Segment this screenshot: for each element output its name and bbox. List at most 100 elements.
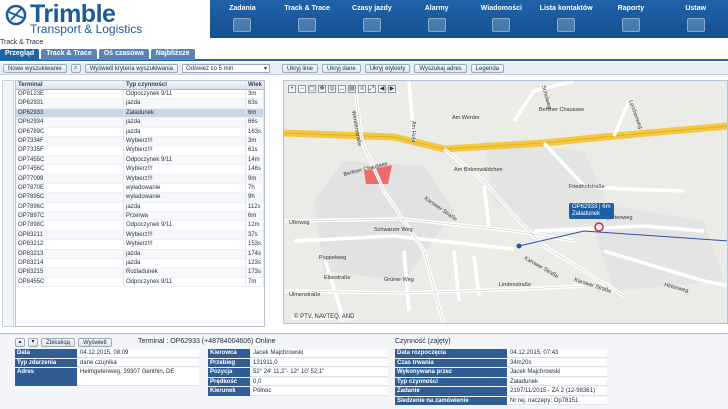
search-icon[interactable]: ⌕ [70,64,81,73]
table-row[interactable]: OP83213 jazda 174s [16,249,264,260]
search-address-button[interactable]: Wyszukaj adres [414,64,467,73]
refresh-interval-select[interactable]: Odśwież co 5 min ▾ [181,64,270,73]
cell-age: 66s [246,118,264,127]
cell-activity: jazda [124,118,246,127]
top-navigation: Zadania Track & Trace Czasy jazdy Alarmy Wia… [210,0,728,38]
table-row[interactable]: OP7334F Wybierz!!! 3m [16,136,264,147]
new-search-button[interactable]: Nowe wyszukiwanie [3,64,67,73]
detail-value: 131911,0 [250,358,388,367]
collapse-icon[interactable]: ▴ [15,337,25,347]
show-criteria-button[interactable]: Wyświetl kryteria wyszukiwania [84,64,178,73]
clock-icon [362,18,381,32]
detail-label: Adres [15,368,77,386]
print-icon[interactable]: ▤ [348,85,356,93]
show-details-button[interactable]: Wyświetl [78,337,112,347]
table-row[interactable]: OP83211 Wybierz!!! 37s [16,230,264,241]
cell-activity: jazda [124,249,246,259]
table-row[interactable]: OP8123E Odpoczynek 9/11 3m [16,90,264,100]
street-label: Friedhofstraße [569,184,605,190]
breadcrumb: Track & Trace [0,39,44,46]
nav-item-7[interactable]: Ustaw [663,0,728,38]
tab-nearest[interactable]: Najbliższe [150,49,195,60]
terminal-table: Terminal Typ czynności Wiek OP8123E Odpoc… [15,80,265,327]
cell-activity: Wybierz!!! [124,174,246,183]
map-icon [298,18,317,32]
hide-lines-button[interactable]: Ukryj linie [281,64,318,73]
table-row[interactable]: OP7456C Wybierz!!! 146s [16,165,264,175]
cell-terminal: OP7455C [16,155,124,165]
nav-item-5[interactable]: Lista kontaktów [534,0,599,38]
col-age[interactable]: Wiek [246,81,264,89]
hide-labels-button[interactable]: Ukryj etykiety [364,64,411,73]
table-header: Terminal Typ czynności Wiek [16,81,264,90]
table-row[interactable]: OP77099 Wybierz!!! 9m [16,174,264,184]
table-row[interactable]: OP8455C Odpoczynek 9/11 7m [16,277,264,288]
street-label: Am Hofe [410,121,416,142]
nav-item-6[interactable]: Raporty [599,0,664,38]
nav-item-0[interactable]: Zadania [210,0,275,38]
cell-age: 123s [246,259,264,268]
map-view[interactable]: Am Werder Berliner Chaussee Berliner Cha… [283,80,728,324]
popup-activity: Załadunek [572,211,601,217]
forward-icon[interactable]: ▶ [388,85,396,93]
cell-activity: jazda [124,202,246,212]
center-icon[interactable]: ◎ [328,85,336,93]
cell-activity: Wybierz!!! [124,136,246,146]
hide-data-button[interactable]: Ukryj dane [322,64,361,73]
table-row[interactable]: OP7897C Przerwa 6m [16,212,264,222]
nav-item-2[interactable]: Czasy jazdy [340,0,405,38]
col-activity-type[interactable]: Typ czynności [124,81,246,89]
detail-value: dane czujnika [77,358,199,367]
nav-item-1[interactable]: Track & Trace [275,0,340,38]
detail-label: Prędkość [208,377,250,386]
table-row[interactable]: OP83212 Wybierz!!! 153s [16,240,264,250]
zoom-in-icon[interactable]: + [288,85,296,93]
zoom-out-icon[interactable]: − [298,85,306,93]
table-row[interactable]: OP7335F Wybierz!!! 61s [16,146,264,156]
detail-field: Data rozpoczęcia 04.12.2015, 07:43 [395,349,607,358]
fullscreen-icon[interactable]: ⤢ [368,85,376,93]
back-icon[interactable]: ◀ [378,85,386,93]
hide-details-button[interactable]: Zbikaliqą [41,337,76,347]
table-row[interactable]: OP62933 Załadunek 6m [16,108,264,119]
detail-value: Załadunek [507,377,607,386]
table-row[interactable]: OP83215 Rozładunek 173s [16,268,264,278]
table-row[interactable]: OP62931 jazda 63s [16,99,264,109]
table-row[interactable]: OP6789C jazda 163s [16,127,264,137]
nav-item-3[interactable]: Alarmy [404,0,469,38]
tab-timeline[interactable]: Oś czasowa [98,49,149,60]
legend-button[interactable]: Legenda [470,64,505,73]
vehicle-popup[interactable]: OP62933 | 6m Załadunek [569,203,614,219]
measure-icon[interactable]: ↔ [338,85,346,93]
map-canvas[interactable]: Am Werder Berliner Chaussee Berliner Cha… [284,81,728,324]
col-terminal[interactable]: Terminal [16,81,124,89]
detail-field: Przebieg 131911,0 [208,358,388,367]
table-row[interactable]: OP62934 jazda 66s [16,118,264,128]
cell-activity: jazda [124,99,246,108]
table-row[interactable]: OP7896C jazda 112s [16,202,264,213]
layers-icon[interactable]: ≡ [358,85,366,93]
nav-label: Raporty [617,5,645,12]
tab-overview[interactable]: Przegląd [0,49,40,60]
zoom-box-icon[interactable]: ▢ [308,85,316,93]
pan-icon[interactable]: ✥ [318,85,326,93]
street-label: Ulmenstraße [289,292,320,298]
table-row[interactable]: OP7870E wyładowanie 7h [16,183,264,194]
details-toolbar: ▴ ▾ Zbikaliqą Wyświetl [15,337,112,347]
cell-activity: Rozładunek [124,268,246,277]
cell-terminal: OP7898C [16,221,124,230]
message-icon [492,18,511,32]
table-row[interactable]: OP83214 jazda 123s [16,259,264,269]
table-row[interactable]: OP7895C wyładowanie 9h [16,193,264,203]
table-row[interactable]: OP7898C Odpoczynek 9/11 12m [16,221,264,231]
alarm-icon [427,18,446,32]
expand-icon[interactable]: ▾ [28,337,38,347]
vehicle-marker[interactable] [516,243,522,249]
street-label: Am Werder [452,115,480,121]
cell-terminal: OP62933 [16,108,124,118]
tab-track-trace[interactable]: Track & Trace [41,49,97,60]
cell-activity: Załadunek [124,108,246,118]
nav-item-4[interactable]: Wiadomości [469,0,534,38]
street-label: Elbestraße [324,275,351,281]
table-row[interactable]: OP7455C Odpoczynek 9/11 14m [16,155,264,166]
